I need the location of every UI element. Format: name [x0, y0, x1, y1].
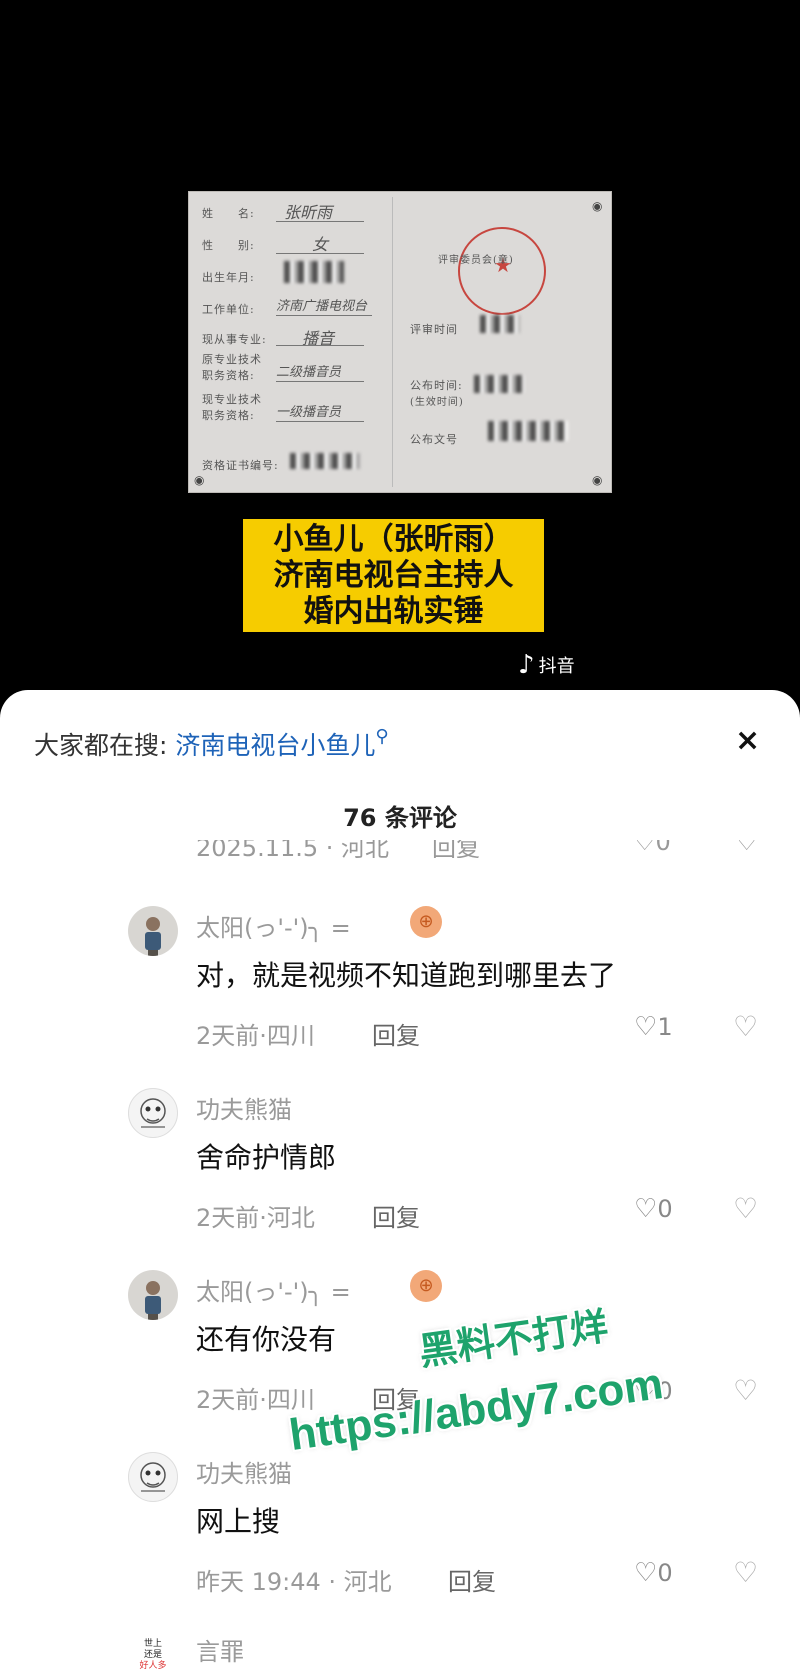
reply-button[interactable]: 回复 — [372, 1016, 420, 1051]
trending-search-term[interactable]: 济南电视台小鱼儿 — [175, 731, 375, 760]
like-count: 0 — [657, 1377, 673, 1405]
redacted-publish-time — [474, 375, 524, 393]
cert-label-prev-qual: 职务资格: — [202, 369, 255, 382]
heart-icon: ♡ — [634, 1194, 658, 1224]
certificate-photo: 姓 名: 张昕雨 性 别: 女 出生年月: 工作单位: 济南广播电视台 现从事专… — [188, 191, 612, 493]
like-button[interactable]: ♡0 — [634, 1376, 673, 1406]
corner-mark-icon: ◉ — [592, 199, 603, 213]
cert-label-prev-title: 原专业技术 — [202, 353, 262, 366]
trending-search[interactable]: 大家都在搜: 济南电视台小鱼儿⚲ — [34, 726, 389, 762]
like-count: 0 — [657, 1195, 673, 1223]
platform-watermark: ♪ 抖音 — [518, 650, 575, 680]
dislike-icon[interactable]: ♡ — [733, 1010, 758, 1043]
cert-label-name: 姓 名: — [202, 207, 255, 220]
cert-label-gender: 性 别: — [202, 239, 255, 252]
redacted-birth — [284, 261, 344, 283]
comment-meta: 2天前·河北 — [196, 1204, 315, 1232]
comment-sheet: 大家都在搜: 济南电视台小鱼儿⚲ × 76 条评论 2025.11.5 · 河北… — [0, 690, 800, 1675]
search-icon: ⚲ — [375, 726, 389, 747]
reply-button[interactable]: 回复 — [432, 840, 480, 858]
cert-label-publish-time: 公布时间: — [410, 379, 463, 392]
avatar-text: 还是 — [143, 1649, 162, 1660]
certificate-fold — [392, 197, 393, 487]
caption-line: 济南电视台主持人 — [273, 557, 514, 593]
like-button[interactable]: ♡0 — [634, 840, 671, 856]
like-button[interactable]: ♡0 — [634, 1558, 673, 1588]
comment-meta: 2025.11.5 · 河北 — [196, 840, 390, 858]
comment-meta: 2天前·四川 — [196, 1022, 315, 1050]
comment-text: 网上搜 — [196, 1505, 281, 1538]
comment-meta: 2天前·四川 — [196, 1386, 315, 1414]
avatar-text: 好人多 — [139, 1660, 167, 1671]
dislike-icon[interactable]: ♡ — [733, 1374, 758, 1407]
heart-icon: ♡ — [634, 1376, 658, 1406]
comment-username[interactable]: 言罪 — [196, 1632, 244, 1667]
partial-comment-meta: 2025.11.5 · 河北 回复 ♡0 ♡ — [196, 840, 756, 858]
comment-username[interactable]: 太阳(っ'-')╮ = — [196, 908, 351, 943]
red-seal-stamp: ★ — [458, 227, 546, 315]
cert-value-employer: 济南广播电视台 — [276, 299, 368, 314]
basketball-icon: ⊕ — [410, 906, 442, 938]
cert-label-review-time: 评审时间 — [410, 323, 458, 336]
cert-label-major: 现从事专业: — [202, 333, 267, 346]
dislike-icon[interactable]: ♡ — [733, 1556, 758, 1589]
heart-icon: ♡ — [634, 1558, 658, 1588]
comment-username[interactable]: 功夫熊猫 — [196, 1454, 292, 1489]
dislike-icon[interactable]: ♡ — [733, 1192, 758, 1225]
cert-label-cert-no: 资格证书编号: — [202, 459, 279, 472]
cert-label-birth: 出生年月: — [202, 271, 255, 284]
cert-label-cur-qual: 职务资格: — [202, 409, 255, 422]
comment-meta: 昨天 19:44 · 河北 — [196, 1568, 392, 1596]
redacted-cert-no — [290, 453, 360, 469]
corner-mark-icon: ◉ — [592, 473, 603, 487]
heart-icon: ♡ — [634, 1012, 658, 1042]
basketball-icon: ⊕ — [410, 1270, 442, 1302]
cert-value-gender: 女 — [312, 235, 329, 254]
comment-username[interactable]: 功夫熊猫 — [196, 1090, 292, 1125]
trending-search-lead: 大家都在搜: — [34, 731, 168, 760]
avatar[interactable] — [128, 906, 178, 956]
cert-label-employer: 工作单位: — [202, 303, 255, 316]
like-button[interactable]: ♡0 — [634, 1194, 673, 1224]
redacted-doc-no — [488, 421, 568, 441]
platform-label: 抖音 — [538, 656, 575, 677]
comment-text: 舍命护情郎 — [196, 1141, 337, 1174]
avatar[interactable] — [128, 1088, 178, 1138]
caption-line: 婚内出轨实锤 — [303, 593, 484, 629]
avatar[interactable]: 世上 还是 好人多 — [128, 1630, 178, 1675]
comment-count: 76 条评论 — [343, 804, 457, 832]
reply-button[interactable]: 回复 — [372, 1198, 420, 1233]
reply-button[interactable]: 回复 — [448, 1562, 496, 1597]
comment-text: 还有你没有 — [196, 1323, 337, 1356]
caption-line: 小鱼儿（张昕雨） — [273, 521, 514, 557]
video-caption: 小鱼儿（张昕雨） 济南电视台主持人 婚内出轨实锤 — [243, 519, 544, 632]
cert-label-committee: 评审委员会(章) — [438, 255, 514, 266]
cert-label-cur-title: 现专业技术 — [202, 393, 262, 406]
like-count: 0 — [657, 1559, 673, 1587]
comment-text: 对，就是视频不知道跑到哪里去了 — [196, 959, 617, 992]
dislike-icon[interactable]: ♡ — [736, 840, 756, 856]
close-button[interactable]: × — [735, 726, 760, 756]
cert-label-effective-time: (生效时间) — [410, 397, 464, 408]
video-player[interactable]: 姓 名: 张昕雨 性 别: 女 出生年月: 工作单位: 济南广播电视台 现从事专… — [0, 0, 800, 700]
like-button[interactable]: ♡1 — [634, 1012, 673, 1042]
cert-value-name: 张昕雨 — [284, 203, 333, 222]
comment-username[interactable]: 太阳(っ'-')╮ = — [196, 1272, 351, 1307]
avatar[interactable] — [128, 1452, 178, 1502]
cert-value-prev-qual: 二级播音员 — [276, 365, 342, 380]
heart-icon: ♡ — [634, 840, 656, 856]
corner-mark-icon: ◉ — [194, 473, 205, 487]
reply-button[interactable]: 回复 — [372, 1380, 420, 1415]
redacted-review-time — [480, 315, 520, 333]
like-count: 1 — [657, 1013, 673, 1041]
tiktok-note-icon: ♪ — [518, 650, 535, 680]
cert-label-doc-no: 公布文号 — [410, 433, 458, 446]
avatar[interactable] — [128, 1270, 178, 1320]
cert-value-cur-qual: 一级播音员 — [276, 405, 342, 420]
avatar-text: 世上 — [143, 1638, 162, 1649]
like-count: 0 — [655, 840, 671, 856]
